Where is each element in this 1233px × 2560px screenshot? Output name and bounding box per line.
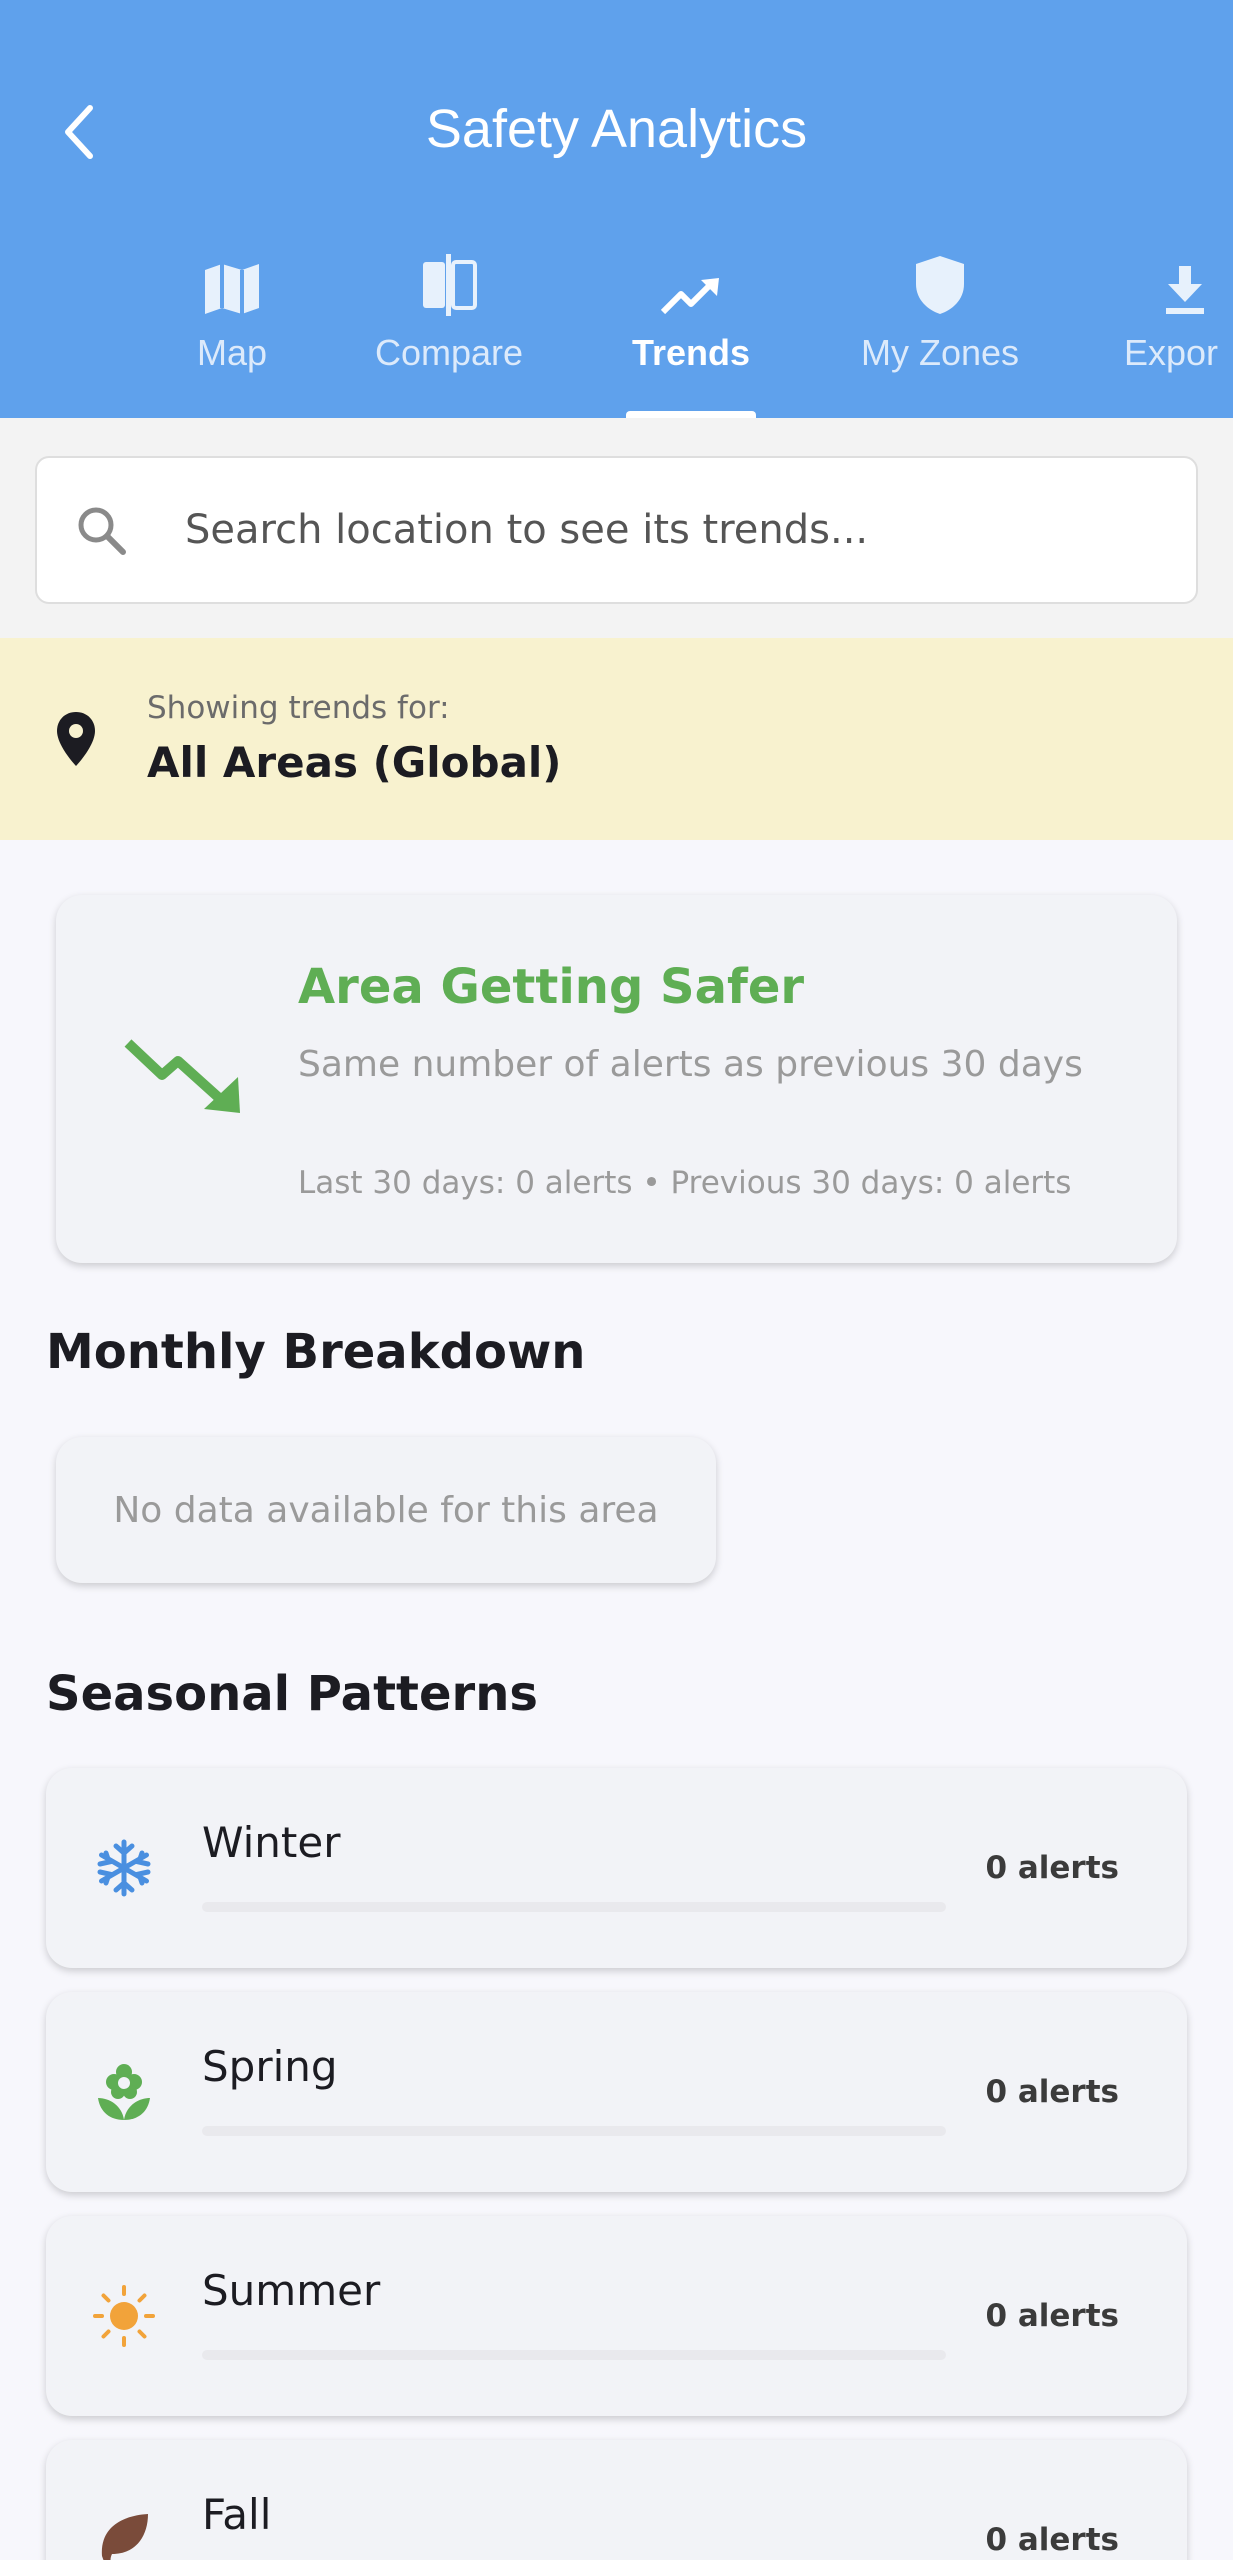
season-card-summer: Summer 0 alerts	[46, 2216, 1187, 2416]
tab-compare[interactable]: Compare	[358, 240, 540, 418]
monthly-empty-card: No data available for this area	[56, 1437, 716, 1583]
app-bar: Safety Analytics Map Compare Trends My Z…	[0, 0, 1233, 418]
trending-up-icon	[661, 278, 719, 315]
tab-label: Trends	[631, 332, 751, 373]
trend-summary-card: Area Getting Safer Same number of alerts…	[56, 895, 1177, 1263]
season-count: 0 alerts	[985, 2522, 1120, 2558]
tab-map[interactable]: Map	[188, 240, 276, 418]
trending-down-icon	[124, 1039, 240, 1113]
active-tab-indicator	[626, 411, 756, 418]
search-input[interactable]	[185, 507, 1145, 553]
page-title: Safety Analytics	[425, 99, 808, 159]
tab-trends[interactable]: Trends	[626, 240, 756, 418]
season-count: 0 alerts	[985, 2298, 1120, 2334]
location-banner: Showing trends for: All Areas (Global)	[0, 638, 1233, 840]
season-progress-bar	[202, 2126, 946, 2136]
season-card-winter: Winter 0 alerts	[46, 1768, 1187, 1968]
season-name: Summer	[202, 2266, 381, 2315]
season-name: Winter	[202, 1818, 341, 1867]
flower-icon	[98, 2064, 150, 2120]
season-count: 0 alerts	[985, 2074, 1120, 2110]
trend-title: Area Getting Safer	[298, 959, 805, 1015]
season-name: Spring	[202, 2042, 338, 2091]
tab-label: Map	[196, 332, 268, 373]
compare-icon	[423, 254, 477, 316]
tab-my-zones[interactable]: My Zones	[848, 240, 1032, 418]
season-card-spring: Spring 0 alerts	[46, 1992, 1187, 2192]
location-pin-icon	[57, 712, 95, 766]
shield-icon	[916, 256, 964, 314]
monthly-breakdown-title: Monthly Breakdown	[46, 1324, 586, 1380]
download-icon	[1166, 266, 1204, 314]
empty-state-text: No data available for this area	[113, 1489, 659, 1531]
trend-meta: Last 30 days: 0 alerts • Previous 30 day…	[298, 1165, 1072, 1201]
season-card-fall: Fall 0 alerts	[46, 2440, 1187, 2560]
location-caption: Showing trends for:	[147, 690, 450, 726]
snowflake-icon	[97, 1839, 151, 1897]
season-name: Fall	[202, 2490, 272, 2539]
search-box[interactable]	[35, 456, 1198, 604]
leaf-icon	[101, 2514, 148, 2560]
map-icon	[205, 264, 259, 314]
location-value: All Areas (Global)	[147, 738, 562, 787]
tab-label: My Zones	[860, 332, 1020, 373]
trend-description: Same number of alerts as previous 30 day…	[298, 1044, 1083, 1085]
season-count: 0 alerts	[985, 1850, 1120, 1886]
seasonal-patterns-title: Seasonal Patterns	[46, 1666, 538, 1722]
tab-label: Expor	[1124, 332, 1219, 373]
search-icon	[78, 507, 126, 555]
tab-label: Compare	[374, 332, 524, 373]
tab-bar: Map Compare Trends My Zones Expor	[0, 240, 1233, 418]
tab-export[interactable]: Expor	[1124, 240, 1233, 418]
sun-icon	[93, 2285, 155, 2347]
search-section	[0, 418, 1233, 638]
season-progress-bar	[202, 1902, 946, 1912]
season-progress-bar	[202, 2350, 946, 2360]
